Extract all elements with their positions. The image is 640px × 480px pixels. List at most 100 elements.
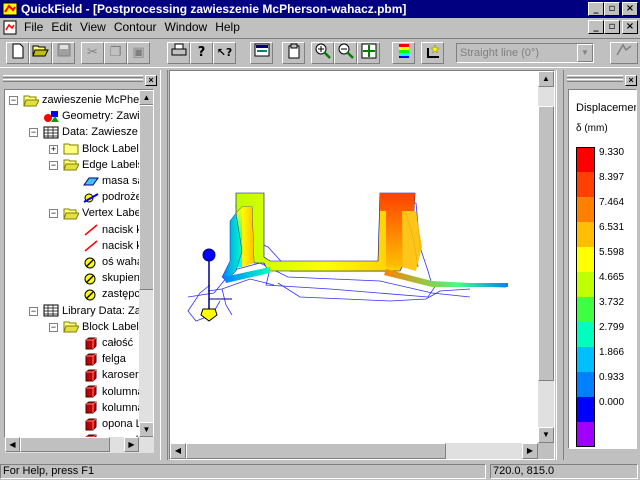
help-icon[interactable]: ? bbox=[190, 42, 213, 64]
view-table-icon[interactable] bbox=[250, 42, 273, 64]
tree-node[interactable]: kolumna bbox=[83, 384, 144, 400]
pane-grip[interactable] bbox=[3, 75, 143, 78]
tree-node[interactable]: masa sa bbox=[83, 173, 144, 189]
paste-icon[interactable]: ▣ bbox=[127, 42, 150, 64]
tree-node[interactable]: Library Data: Za bbox=[43, 303, 141, 319]
tree-node[interactable]: Data: Zawiesze bbox=[43, 124, 138, 140]
tree-node[interactable]: Edge Labels bbox=[63, 157, 143, 173]
postprocessor-view[interactable]: ▲ ▼ ◀ ▶ bbox=[169, 70, 555, 460]
view-vertical-scrollbar[interactable]: ▲ ▼ bbox=[538, 71, 554, 443]
scroll-down-icon[interactable]: ▼ bbox=[139, 422, 153, 437]
scroll-up-icon[interactable]: ▲ bbox=[538, 71, 554, 87]
legend-color-band bbox=[576, 347, 595, 372]
scroll-left-icon[interactable]: ◀ bbox=[170, 443, 186, 459]
new-icon[interactable] bbox=[6, 42, 29, 64]
legend-value-label: 2.799 bbox=[599, 322, 625, 333]
scroll-right-icon[interactable]: ▶ bbox=[522, 443, 538, 459]
tree-node[interactable]: felga bbox=[83, 351, 126, 367]
tree-node[interactable]: nacisk k bbox=[83, 238, 142, 254]
menu-window[interactable]: Window bbox=[161, 18, 212, 37]
zoom-out-icon[interactable] bbox=[334, 42, 357, 64]
open-icon[interactable] bbox=[29, 42, 52, 64]
cut-icon[interactable]: ✂ bbox=[81, 42, 104, 64]
chevron-down-icon[interactable]: ▼ bbox=[577, 44, 593, 62]
status-help-text: For Help, press F1 bbox=[0, 464, 486, 479]
pane-close-icon[interactable]: × bbox=[145, 75, 157, 86]
hscroll-thumb[interactable] bbox=[20, 437, 110, 452]
tree-node[interactable]: nacisk k bbox=[83, 222, 142, 238]
edge-label-icon bbox=[83, 175, 99, 188]
menu-contour[interactable]: Contour bbox=[110, 18, 161, 37]
scroll-up-icon[interactable]: ▲ bbox=[139, 90, 153, 105]
print-icon[interactable] bbox=[167, 42, 190, 64]
right-splitter[interactable] bbox=[556, 70, 564, 460]
minimize-button[interactable]: _ bbox=[588, 2, 604, 16]
collapse-icon[interactable]: − bbox=[49, 160, 58, 170]
add-point-icon[interactable] bbox=[421, 42, 444, 64]
expand-icon[interactable]: + bbox=[49, 144, 58, 154]
view-horizontal-scrollbar[interactable]: ◀ ▶ bbox=[170, 443, 538, 459]
tree-node[interactable]: Block Label bbox=[63, 319, 139, 335]
copy-icon[interactable]: ❐ bbox=[104, 42, 127, 64]
restore-button[interactable]: ▫ bbox=[604, 2, 620, 16]
scroll-right-icon[interactable]: ▶ bbox=[124, 437, 139, 452]
close-button[interactable]: × bbox=[622, 2, 638, 16]
menu-view[interactable]: View bbox=[76, 18, 110, 37]
save-icon[interactable] bbox=[52, 42, 75, 64]
folder-open-icon bbox=[63, 207, 80, 220]
tree-node-label: Geometry: Zawi bbox=[62, 110, 140, 123]
extra-tool-icon[interactable] bbox=[610, 42, 638, 64]
displacement-plot[interactable] bbox=[170, 71, 538, 443]
tree-node-label: Block Label bbox=[82, 142, 139, 155]
collapse-icon[interactable]: − bbox=[29, 128, 38, 138]
tree-node[interactable]: oś waha bbox=[83, 254, 143, 270]
scroll-down-icon[interactable]: ▼ bbox=[538, 427, 554, 443]
folder-open-icon bbox=[63, 158, 80, 171]
tree-node[interactable]: zawieszenie McPhe bbox=[23, 92, 139, 108]
copy-picture-icon[interactable] bbox=[282, 42, 305, 64]
scroll-thumb[interactable] bbox=[139, 105, 153, 290]
legend-close-icon[interactable]: × bbox=[625, 75, 637, 86]
tree-node[interactable]: karoseri bbox=[83, 367, 141, 383]
scroll-left-icon[interactable]: ◀ bbox=[5, 437, 20, 452]
tree-node[interactable]: podroże bbox=[83, 189, 142, 205]
collapse-icon[interactable]: − bbox=[49, 209, 58, 219]
legend-value-label: 9.330 bbox=[599, 147, 625, 158]
context-help-icon[interactable]: ↖? bbox=[213, 42, 236, 64]
collapse-icon[interactable]: − bbox=[9, 96, 18, 105]
tree-node[interactable]: Geometry: Zawi bbox=[43, 108, 140, 124]
left-splitter[interactable] bbox=[160, 70, 168, 460]
menu-file[interactable]: File bbox=[20, 18, 47, 37]
legend-color-band bbox=[576, 297, 595, 322]
doc-minimize-button[interactable]: _ bbox=[588, 20, 604, 34]
view-vscroll-thumb[interactable] bbox=[538, 106, 554, 381]
vertex-support-icon bbox=[83, 256, 99, 269]
tree-node-label: nacisk k bbox=[102, 223, 142, 236]
zoom-fit-icon[interactable] bbox=[357, 42, 380, 64]
legend-grip[interactable] bbox=[567, 75, 623, 78]
doc-close-button[interactable]: × bbox=[622, 20, 638, 34]
menu-help[interactable]: Help bbox=[211, 18, 244, 37]
doc-restore-button[interactable]: ▫ bbox=[604, 20, 620, 34]
tree-node[interactable]: opona L bbox=[83, 416, 142, 432]
tree-node[interactable]: zastępcz bbox=[83, 286, 145, 302]
document-system-menu-icon[interactable] bbox=[2, 20, 18, 35]
tree-node[interactable]: całość bbox=[83, 335, 133, 351]
folder-open-icon bbox=[23, 94, 40, 107]
tree-node[interactable]: skupien bbox=[83, 270, 140, 286]
collapse-icon[interactable]: − bbox=[49, 322, 58, 332]
quickfield-app-icon[interactable] bbox=[2, 1, 18, 17]
menu-edit[interactable]: Edit bbox=[47, 18, 76, 37]
tree-horizontal-scrollbar[interactable]: ◀ ▶ bbox=[5, 437, 154, 453]
tree-node[interactable]: Block Label bbox=[63, 141, 139, 157]
zoom-in-icon[interactable] bbox=[311, 42, 334, 64]
legend-color-band bbox=[576, 272, 595, 297]
view-hscroll-thumb[interactable] bbox=[186, 443, 446, 459]
tree-node[interactable]: Vertex Labe bbox=[63, 205, 141, 221]
tree-vertical-scrollbar[interactable]: ▲ ▼ bbox=[139, 90, 153, 437]
contour-type-combo[interactable]: Straight line (0°) ▼ bbox=[456, 43, 594, 63]
tree-node[interactable]: kolumna bbox=[83, 400, 144, 416]
color-map-icon[interactable] bbox=[392, 42, 415, 64]
collapse-icon[interactable]: − bbox=[29, 306, 38, 316]
pane-grip-2 bbox=[3, 79, 143, 82]
